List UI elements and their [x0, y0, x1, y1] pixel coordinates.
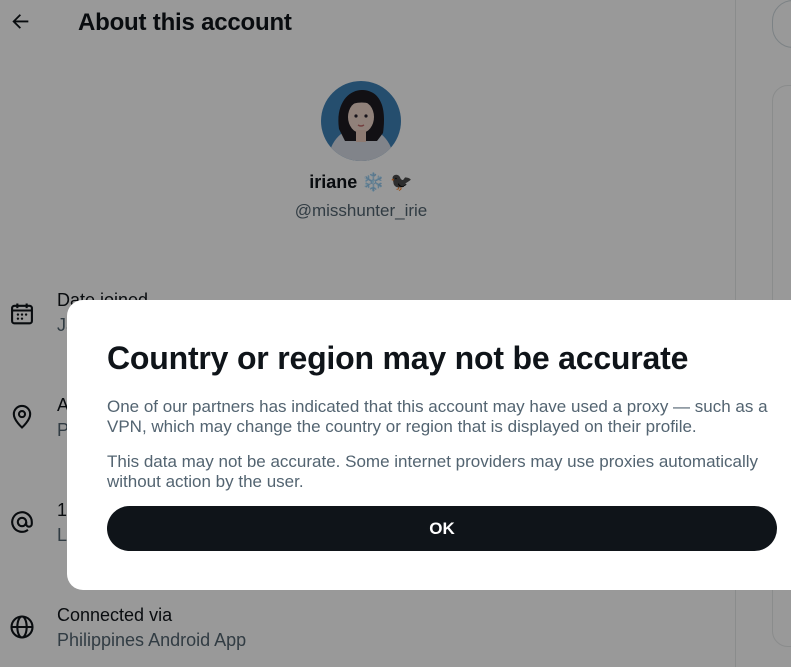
- dialog-title: Country or region may not be accurate: [107, 340, 689, 376]
- dialog-paragraph-disclaimer: This data may not be accurate. Some inte…: [107, 452, 759, 491]
- dialog-paragraph-proxy: One of our partners has indicated that t…: [107, 397, 768, 436]
- accuracy-warning-dialog: Country or region may not be accurate On…: [67, 300, 791, 590]
- ok-button[interactable]: OK: [107, 506, 777, 551]
